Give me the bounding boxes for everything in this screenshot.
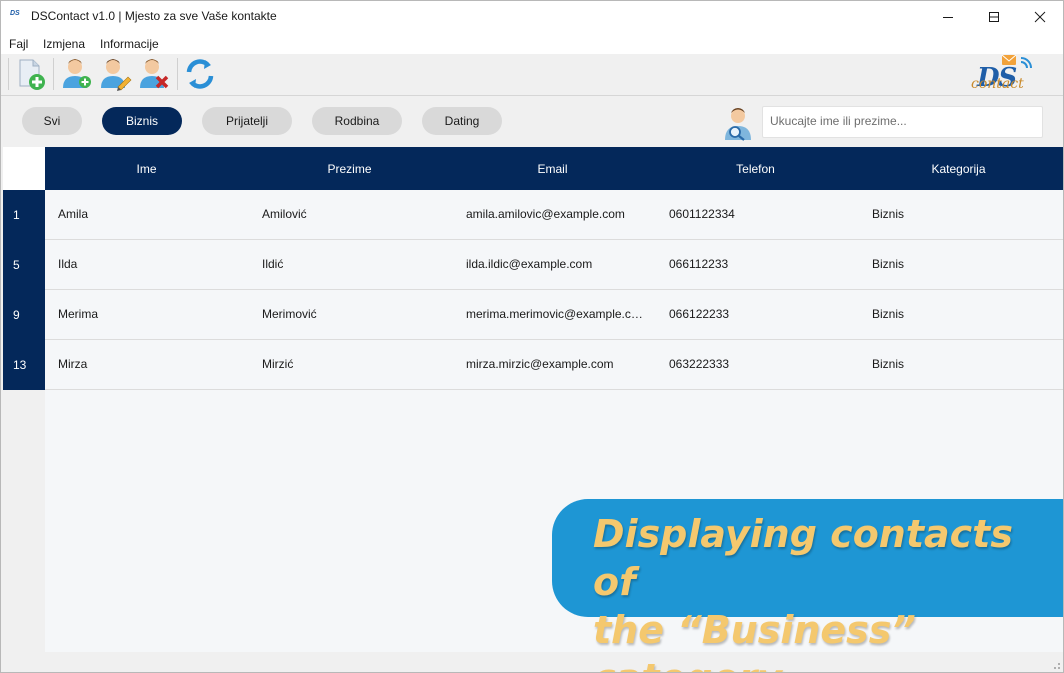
category-bar: Svi Biznis Prijatelji Rodbina Dating: [1, 96, 1063, 146]
caption-callout: Displaying contacts of the “Business” ca…: [552, 499, 1063, 672]
window-title: DSContact v1.0 | Mjesto za sve Vaše kont…: [31, 9, 277, 23]
cell-telefon[interactable]: 0601122334: [669, 190, 854, 239]
cell-prezime[interactable]: Mirzić: [262, 340, 447, 389]
row-header-empty: [3, 390, 45, 652]
app-window: DS DSContact v1.0 | Mjesto za sve Vaše k…: [0, 0, 1064, 673]
caption-text: Displaying contacts of the “Business” ca…: [593, 510, 1063, 672]
delete-contact-icon: [140, 59, 169, 89]
table-row[interactable]: Merima Merimović merima.merimovic@exampl…: [45, 290, 1063, 340]
edit-contact-button[interactable]: [98, 57, 132, 91]
column-header-prezime[interactable]: Prezime: [248, 147, 451, 190]
cell-email[interactable]: mirza.mirzic@example.com: [466, 340, 644, 389]
logo-script-text: contact: [971, 76, 1024, 92]
menu-informacije[interactable]: Informacije: [100, 37, 159, 51]
title-bar[interactable]: DS DSContact v1.0 | Mjesto za sve Vaše k…: [1, 1, 1063, 32]
cell-kategorija[interactable]: Biznis: [872, 240, 1057, 289]
row-header[interactable]: 5: [3, 240, 45, 290]
cell-kategorija[interactable]: Biznis: [872, 340, 1057, 389]
column-header-kategorija[interactable]: Kategorija: [857, 147, 1060, 190]
maximize-button[interactable]: [971, 1, 1017, 32]
menu-bar: Fajl Izmjena Informacije: [1, 32, 1063, 54]
cell-telefon[interactable]: 063222333: [669, 340, 854, 389]
column-header-telefon[interactable]: Telefon: [654, 147, 857, 190]
table-row[interactable]: Amila Amilović amila.amilovic@example.co…: [45, 190, 1063, 240]
row-header[interactable]: 1: [3, 190, 45, 240]
cell-ime[interactable]: Ilda: [58, 240, 243, 289]
close-button[interactable]: [1017, 1, 1063, 32]
cell-kategorija[interactable]: Biznis: [872, 290, 1057, 339]
toolbar-separator: [53, 58, 54, 90]
toolbar-grip: [8, 58, 9, 90]
row-headers: 1 5 9 13: [3, 190, 45, 390]
close-icon: [1034, 11, 1046, 22]
toolbar-separator: [177, 58, 178, 90]
grid-header: Ime Prezime Email Telefon Kategorija: [45, 147, 1063, 190]
add-contact-icon: [63, 59, 91, 88]
menu-izmjena[interactable]: Izmjena: [43, 37, 85, 51]
edit-contact-icon: [101, 59, 132, 91]
new-document-icon: [19, 59, 45, 90]
minimize-glyph-icon: [943, 16, 953, 18]
refresh-button[interactable]: [183, 57, 217, 91]
cell-telefon[interactable]: 066122233: [669, 290, 854, 339]
cell-email[interactable]: amila.amilovic@example.com: [466, 190, 644, 239]
menu-fajl[interactable]: Fajl: [9, 37, 28, 51]
add-contact-button[interactable]: [60, 57, 94, 91]
new-contact-button[interactable]: [14, 57, 48, 91]
category-tab-biznis[interactable]: Biznis: [102, 107, 182, 135]
cell-ime[interactable]: Amila: [58, 190, 243, 239]
cell-kategorija[interactable]: Biznis: [872, 190, 1057, 239]
user-search-icon: [722, 107, 754, 141]
dscontact-logo: DS contact: [969, 54, 1045, 94]
row-header[interactable]: 13: [3, 340, 45, 390]
category-tab-dating[interactable]: Dating: [422, 107, 502, 135]
category-tab-prijatelji[interactable]: Prijatelji: [202, 107, 292, 135]
column-header-email[interactable]: Email: [451, 147, 654, 190]
grid-corner: [3, 147, 45, 190]
delete-contact-button[interactable]: [137, 57, 171, 91]
refresh-icon: [186, 59, 214, 89]
caption-line-2: the “Business” category: [593, 608, 916, 672]
category-tab-rodbina[interactable]: Rodbina: [312, 107, 402, 135]
toolbar: DS contact: [1, 54, 1063, 96]
row-header[interactable]: 9: [3, 290, 45, 340]
cell-ime[interactable]: Mirza: [58, 340, 243, 389]
cell-telefon[interactable]: 066112233: [669, 240, 854, 289]
search-field[interactable]: [762, 106, 1043, 138]
cell-prezime[interactable]: Merimović: [262, 290, 447, 339]
table-row[interactable]: Ilda Ildić ilda.ildic@example.com 066112…: [45, 240, 1063, 290]
app-logo-icon: DS: [10, 10, 20, 17]
caption-line-1: Displaying contacts of: [593, 512, 1013, 604]
cell-prezime[interactable]: Amilović: [262, 190, 447, 239]
search-input[interactable]: [763, 107, 1030, 135]
table-row[interactable]: Mirza Mirzić mirza.mirzic@example.com 06…: [45, 340, 1063, 390]
cell-email[interactable]: merima.merimovic@example.com: [466, 290, 644, 339]
minimize-btn[interactable]: [925, 1, 971, 32]
maximize-icon: [989, 11, 999, 22]
column-header-ime[interactable]: Ime: [45, 147, 248, 190]
cell-prezime[interactable]: Ildić: [262, 240, 447, 289]
category-tab-svi[interactable]: Svi: [22, 107, 82, 135]
cell-ime[interactable]: Merima: [58, 290, 243, 339]
cell-email[interactable]: ilda.ildic@example.com: [466, 240, 644, 289]
